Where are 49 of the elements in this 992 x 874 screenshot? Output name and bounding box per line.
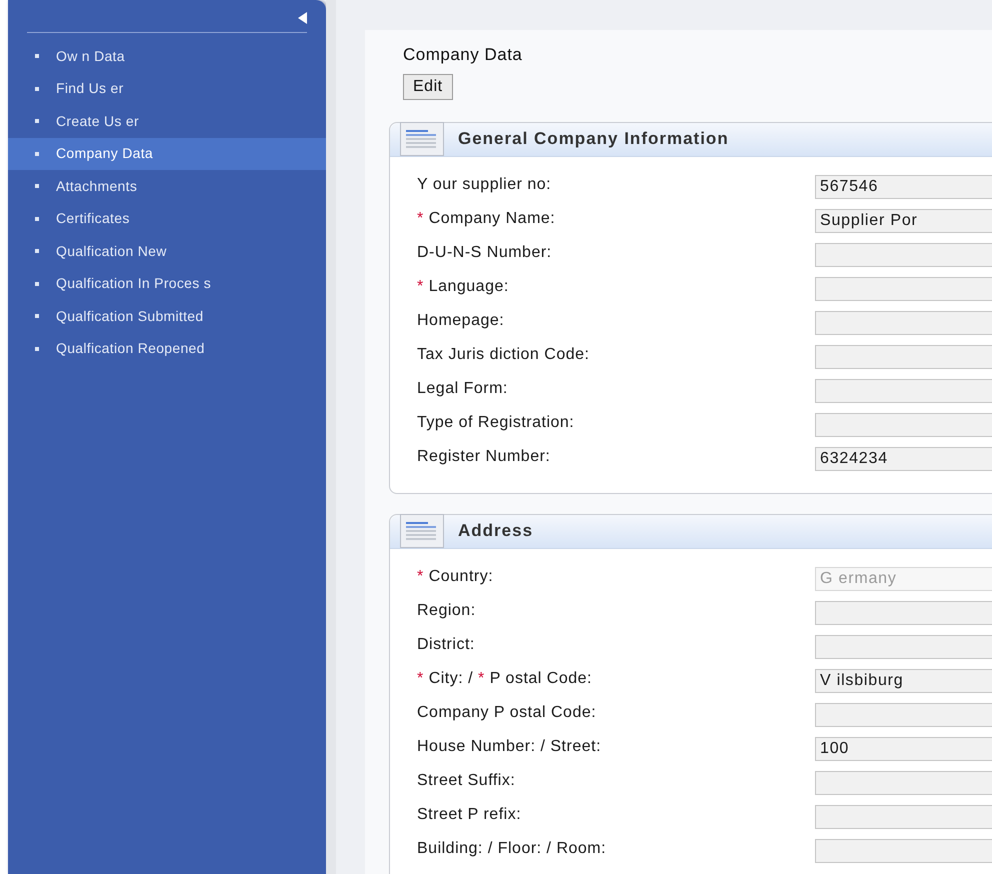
nav-item[interactable]: Find Us er (8, 72, 326, 105)
bullet-icon (35, 119, 39, 124)
input-field[interactable]: Supplier Por (815, 208, 992, 232)
edit-button[interactable]: Edit (403, 74, 453, 100)
field-label: D-U-N-S Number: (416, 242, 553, 262)
field-label: * Language: (416, 276, 510, 296)
field-label: Region: (416, 600, 477, 620)
field-label: District: (416, 634, 476, 654)
nav-item[interactable]: Create Us er (8, 105, 326, 138)
nav-item[interactable]: Qualfication In Proces s (8, 268, 326, 300)
section-title: Address (458, 520, 534, 542)
nav-item[interactable]: Qualfication Submitted (8, 300, 326, 332)
field-label: Street P refix: (416, 804, 522, 824)
field-label: * City: / * P ostal Code: (416, 668, 593, 688)
bullet-icon (35, 216, 39, 221)
pane-splitter[interactable] (326, 0, 336, 874)
bullet-icon (35, 86, 39, 91)
field-label: Type of Registration: (416, 412, 576, 432)
collapse-icon[interactable] (298, 12, 308, 24)
field-label: Homepage: (416, 310, 506, 330)
bullet-icon (35, 184, 39, 188)
nav-item[interactable]: Certificates (8, 202, 326, 235)
bullet-icon (35, 282, 39, 286)
field-label: Tax Juris diction Code: (416, 344, 590, 364)
field-label: Y our supplier no: (416, 174, 552, 194)
input-field[interactable]: 100 (815, 736, 992, 760)
nav-item[interactable]: Company Data (8, 138, 326, 170)
nav-item[interactable]: Qualfication Reopened (8, 332, 326, 365)
field-label: House Number: / Street: (416, 736, 602, 756)
bullet-icon (35, 314, 39, 318)
field-label: Company P ostal Code: (416, 702, 598, 722)
field-label: * Country: (416, 566, 494, 586)
input-field[interactable]: 6324234 (815, 446, 992, 470)
section-title: General Company Information (458, 128, 729, 150)
field-label: Street Suffix: (416, 770, 516, 790)
bullet-icon (35, 249, 39, 254)
field-label: * Company Name: (416, 208, 556, 228)
bullet-icon (35, 152, 39, 156)
page-title: Company Data (403, 44, 524, 66)
input-field[interactable]: 567546 (815, 174, 992, 198)
field-label: Register Number: (416, 446, 552, 466)
bullet-icon (35, 54, 39, 58)
bullet-icon (35, 346, 39, 351)
field-label: Building: / Floor: / Room: (416, 838, 608, 858)
nav-item[interactable]: Ow n Data (8, 40, 326, 72)
field-label: Legal Form: (416, 378, 509, 398)
input-field[interactable]: V ilsbiburg (815, 668, 992, 692)
nav-item[interactable]: Qualfication New (8, 235, 326, 268)
nav-item[interactable]: Attachments (8, 170, 326, 202)
